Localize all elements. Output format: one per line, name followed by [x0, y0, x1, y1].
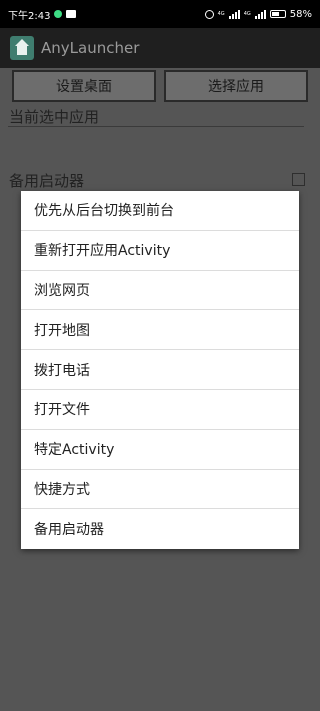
current-app-divider [8, 126, 304, 127]
signal-a-icon [228, 9, 240, 19]
menu-item-dial-phone[interactable]: 拨打电话 [21, 350, 299, 390]
current-app-label: 当前选中应用 [9, 108, 100, 126]
app-title: AnyLauncher [41, 39, 140, 57]
status-time: 下午2:43 [8, 10, 51, 22]
battery-fill [271, 12, 279, 16]
menu-item-backup-launcher[interactable]: 备用启动器 [21, 509, 299, 549]
battery-percent: 58% [289, 8, 312, 20]
home-icon [10, 36, 34, 60]
context-menu: 优先从后台切换到前台 重新打开应用Activity 浏览网页 打开地图 拨打电话… [21, 191, 299, 550]
status-bar: 下午2:43 4G 4G 58% [0, 0, 320, 28]
menu-item-shortcut[interactable]: 快捷方式 [21, 470, 299, 510]
menu-item-reopen-activity[interactable]: 重新打开应用Activity [21, 231, 299, 271]
set-desktop-button[interactable]: 设置桌面 [12, 70, 156, 102]
menu-item-browse-web[interactable]: 浏览网页 [21, 271, 299, 311]
choose-app-button[interactable]: 选择应用 [164, 70, 308, 102]
menu-item-open-file[interactable]: 打开文件 [21, 390, 299, 430]
backup-launcher-label: 备用启动器 [9, 172, 85, 190]
backup-launcher-checkbox[interactable] [292, 173, 305, 186]
battery-icon [269, 10, 286, 18]
network-label-a: 4G [217, 10, 225, 17]
battery-percent-value: 58 [289, 8, 303, 20]
message-icon [66, 10, 77, 18]
menu-item-open-map[interactable]: 打开地图 [21, 310, 299, 351]
menu-item-specific-activity[interactable]: 特定Activity [21, 430, 299, 470]
menu-item-switch-to-foreground[interactable]: 优先从后台切换到前台 [21, 191, 299, 231]
notification-dot-icon [54, 10, 63, 18]
status-right: 4G 4G 58% [204, 8, 312, 20]
network-label-b: 4G [243, 10, 251, 17]
app-bar: AnyLauncher [0, 28, 320, 68]
alarm-icon [204, 9, 214, 19]
signal-b-icon [254, 9, 266, 19]
